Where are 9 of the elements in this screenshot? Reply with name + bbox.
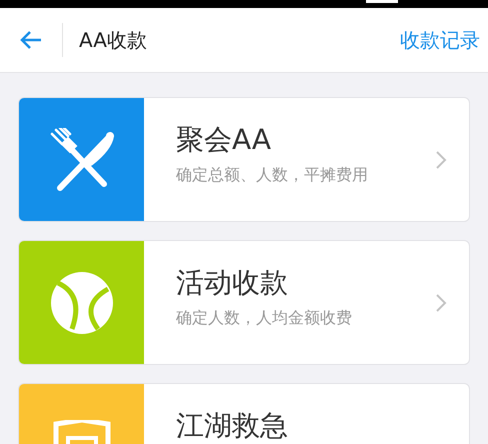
option-card[interactable]: 江湖救急 [18, 383, 470, 444]
option-card[interactable]: 活动收款 确定人数，人均金额收费 [18, 240, 470, 365]
card-title: 江湖救急 [176, 408, 289, 443]
card-subtitle: 确定人数，人均金额收费 [176, 307, 353, 329]
card-title: 聚会AA [176, 122, 272, 157]
option-card[interactable]: 聚会AA 确定总额、人数，平摊费用 [18, 97, 470, 222]
card-title: 活动收款 [176, 265, 289, 300]
card-subtitle: 确定总额、人数，平摊费用 [176, 164, 369, 186]
page-title: AA收款 [79, 27, 148, 54]
